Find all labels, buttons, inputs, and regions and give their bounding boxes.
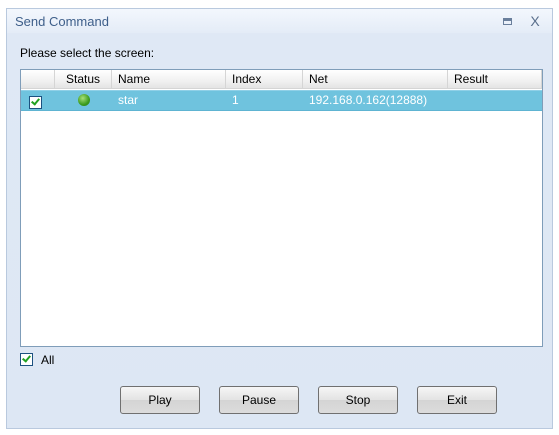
column-header-net[interactable]: Net bbox=[303, 70, 448, 88]
row-checkbox[interactable] bbox=[29, 95, 42, 109]
select-screen-label: Please select the screen: bbox=[20, 46, 155, 60]
close-button[interactable]: X bbox=[526, 12, 544, 30]
screen-list[interactable]: Status Name Index Net Result star 1 192.… bbox=[20, 69, 543, 347]
column-header-check[interactable] bbox=[21, 70, 55, 88]
column-header-status[interactable]: Status bbox=[55, 70, 112, 88]
column-header-name[interactable]: Name bbox=[112, 70, 226, 88]
checkmark-icon bbox=[31, 96, 40, 106]
title-bar: Send Command X bbox=[7, 9, 552, 33]
window-title: Send Command bbox=[15, 14, 109, 29]
row-net: 192.168.0.162(12888) bbox=[309, 93, 428, 107]
row-name: star bbox=[118, 93, 139, 107]
table-row[interactable]: star 1 192.168.0.162(12888) bbox=[21, 90, 542, 111]
send-command-dialog: Send Command X Please select the screen:… bbox=[6, 8, 553, 429]
maximize-button[interactable] bbox=[498, 12, 516, 30]
row-index: 1 bbox=[232, 93, 239, 107]
stop-button[interactable]: Stop bbox=[318, 386, 398, 414]
maximize-icon bbox=[502, 18, 512, 25]
row-result bbox=[448, 91, 542, 110]
row-check-cell bbox=[21, 91, 55, 110]
row-status-cell bbox=[55, 91, 112, 110]
exit-button[interactable]: Exit bbox=[417, 386, 497, 414]
all-checkbox-label: All bbox=[41, 353, 55, 367]
pause-button[interactable]: Pause bbox=[219, 386, 299, 414]
checkmark-icon bbox=[22, 353, 31, 363]
play-button[interactable]: Play bbox=[120, 386, 200, 414]
column-header-index[interactable]: Index bbox=[226, 70, 303, 88]
column-header-result[interactable]: Result bbox=[448, 70, 542, 88]
status-online-icon bbox=[77, 93, 90, 106]
list-header: Status Name Index Net Result bbox=[21, 70, 542, 89]
all-checkbox[interactable] bbox=[20, 353, 33, 366]
